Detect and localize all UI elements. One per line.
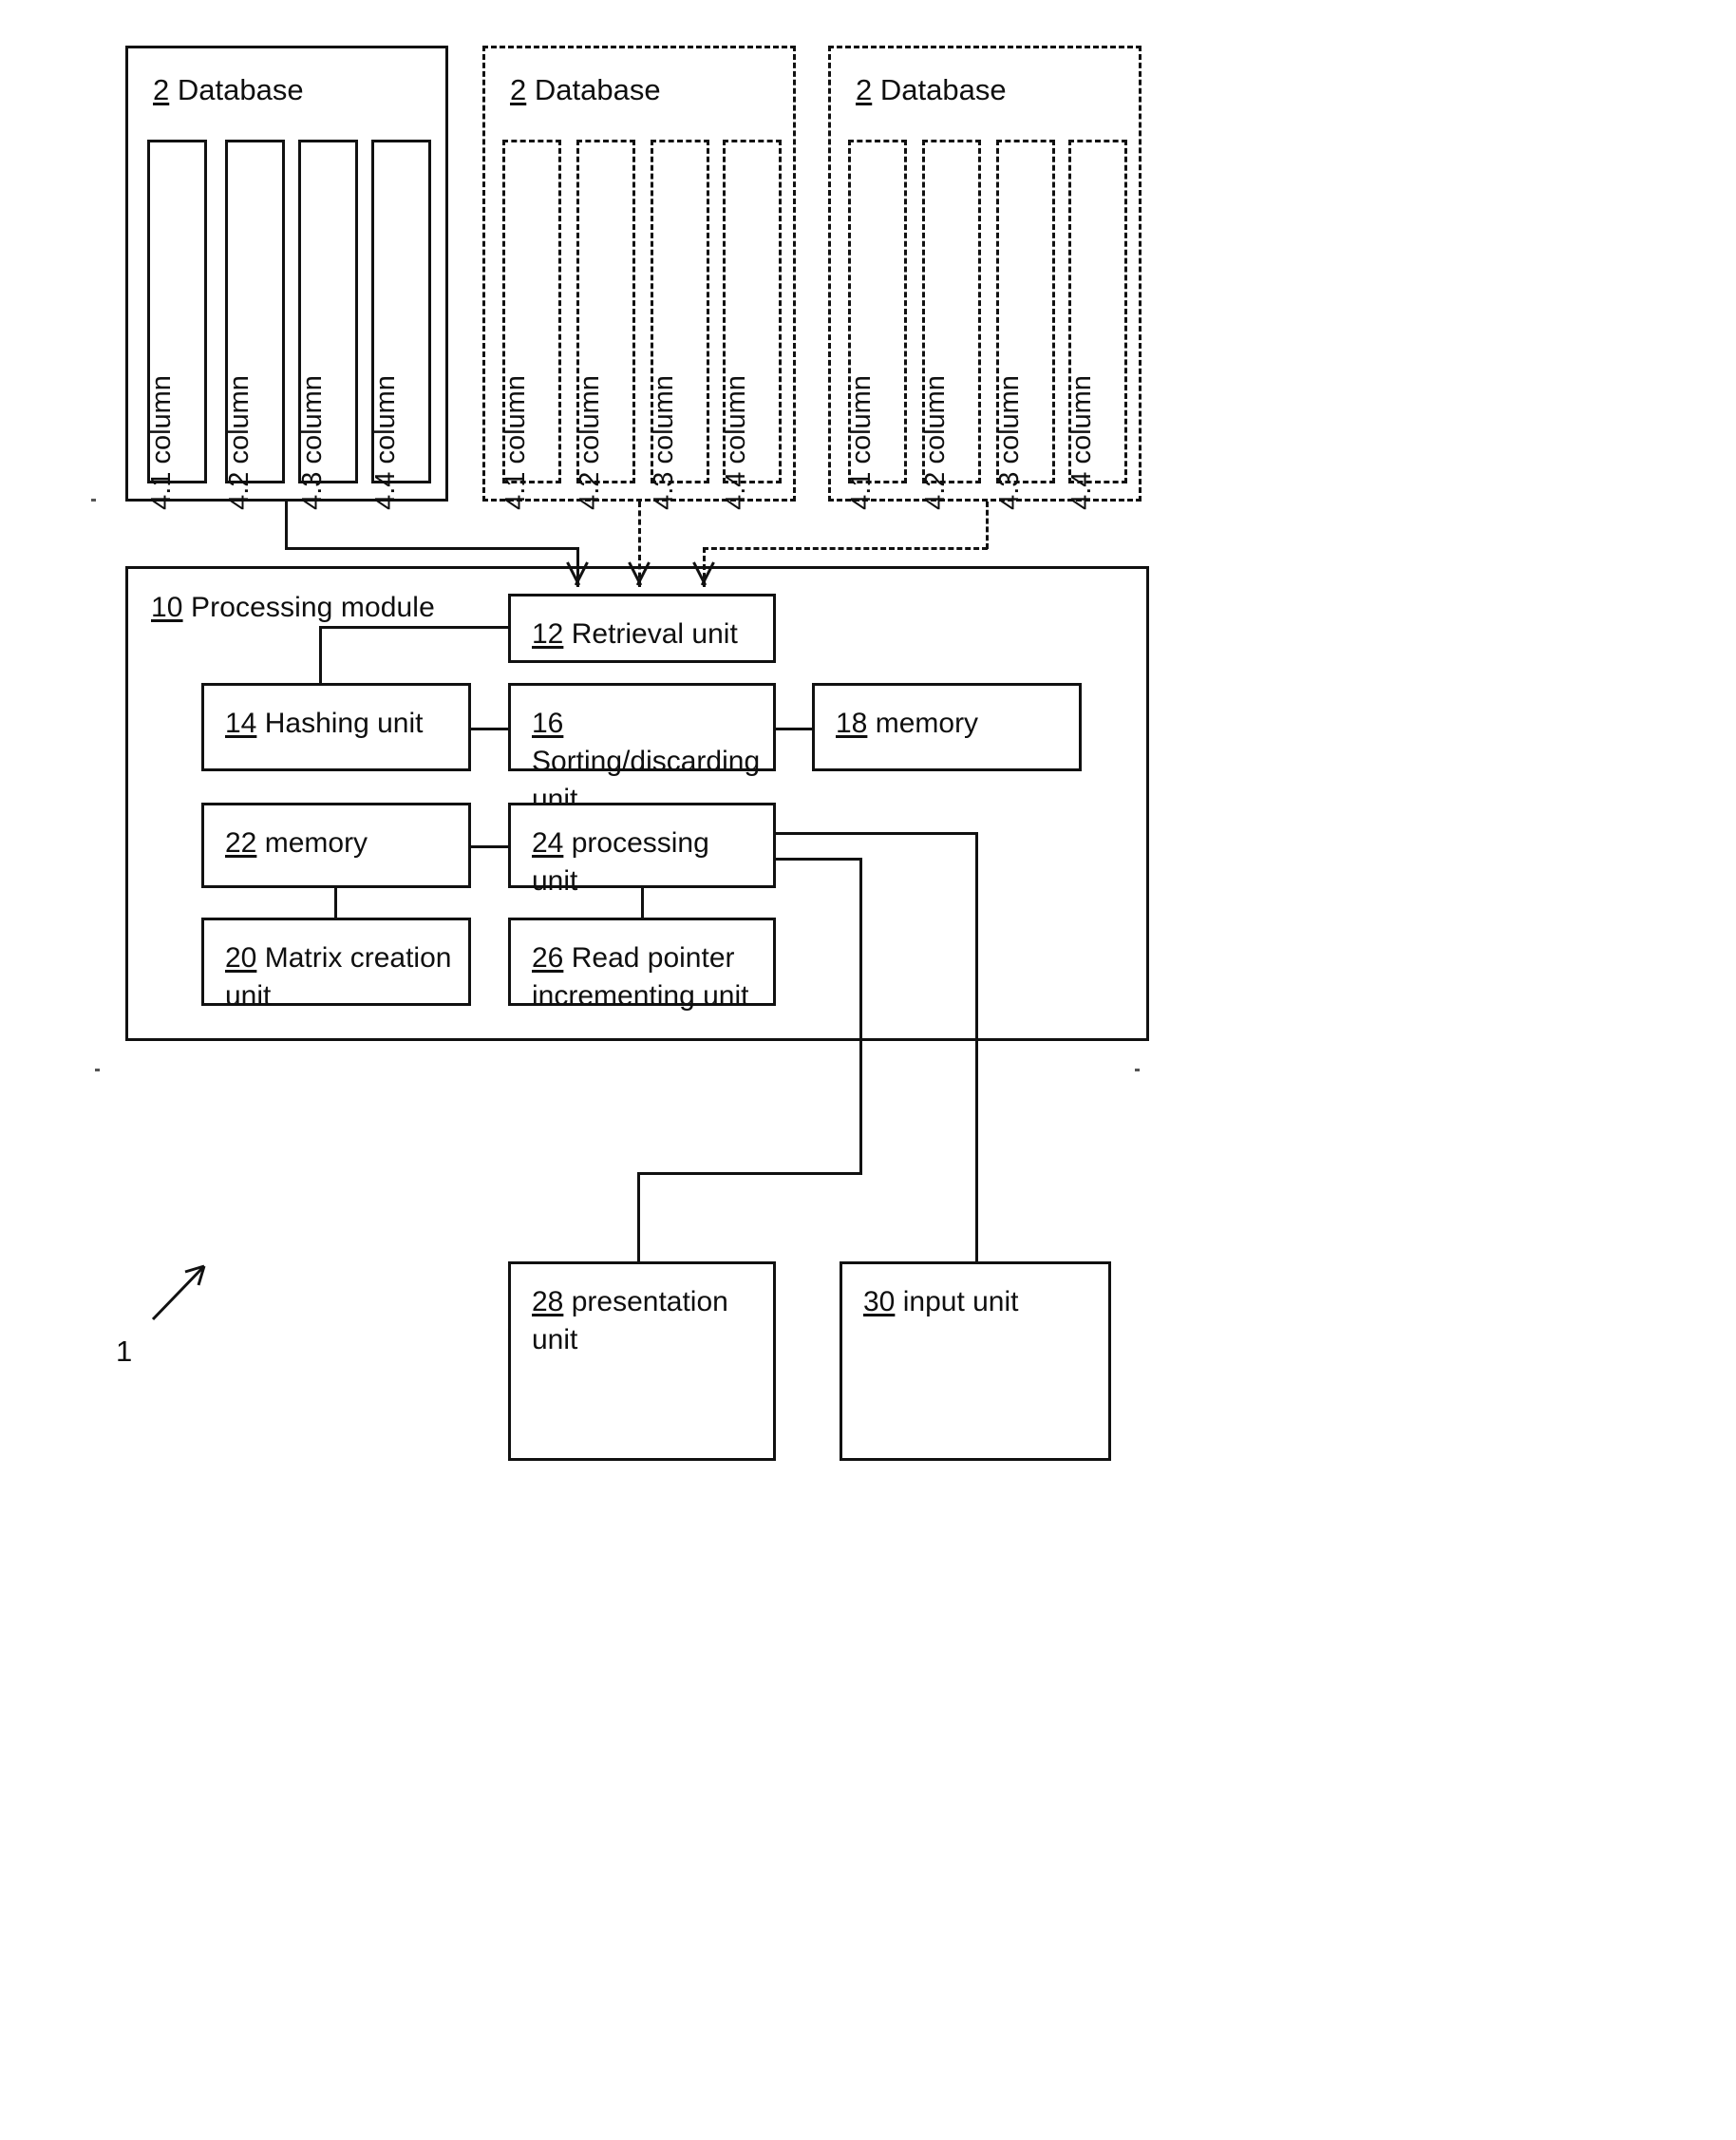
database-1-column-1-label: 4.1 column xyxy=(145,375,177,510)
connector-db1-v1 xyxy=(285,502,288,549)
unit-hashing-text: 14 Hashing unit xyxy=(225,705,455,743)
unit-presentation-ref: 28 xyxy=(532,1286,564,1317)
database-1-column-2: 4.2 column xyxy=(224,140,285,510)
figure-leader-arrow xyxy=(151,1264,206,1321)
database-1-label: Database xyxy=(177,73,304,106)
connector-22-to-24 xyxy=(469,845,510,848)
database-2-title: 2 Database xyxy=(510,73,661,107)
unit-presentation[interactable]: 28 presentation unit xyxy=(508,1261,776,1461)
unit-memory-22-label: memory xyxy=(264,827,368,859)
database-2-label: Database xyxy=(534,73,661,106)
database-2-column-3-label: 4.3 column xyxy=(649,375,679,510)
connector-12-to-14-h xyxy=(319,626,509,629)
database-3-column-2-label: 4.2 column xyxy=(920,375,951,510)
database-3-column-2: 4.2 column xyxy=(920,140,981,510)
connector-24-to-30-v1 xyxy=(975,832,978,1264)
connector-16-to-18 xyxy=(774,728,814,730)
database-1-column-4-label: 4.4 column xyxy=(369,375,401,510)
unit-input[interactable]: 30 input unit xyxy=(840,1261,1111,1461)
database-2-dashed: 2 Database 4.1 column 4.2 column 4.3 col… xyxy=(482,46,796,510)
connector-24-to-30-h1 xyxy=(774,832,978,835)
unit-memory-18[interactable]: 18 memory xyxy=(812,683,1082,771)
unit-processing-text: 24 processing unit xyxy=(532,824,760,900)
database-3-ref: 2 xyxy=(856,73,873,106)
unit-hashing[interactable]: 14 Hashing unit xyxy=(201,683,471,771)
unit-memory-22[interactable]: 22 memory xyxy=(201,803,471,888)
connector-db1-h1 xyxy=(285,547,579,550)
database-3-column-4: 4.4 column xyxy=(1066,140,1127,510)
unit-read-pointer-incrementing[interactable]: 26 Read pointer incrementing unit xyxy=(508,918,776,1012)
unit-retrieval-text: 12 Retrieval unit xyxy=(532,615,760,653)
connector-24-to-28-h1 xyxy=(774,858,862,861)
database-2-ref: 2 xyxy=(510,73,527,106)
database-3-column-4-label: 4.4 column xyxy=(1066,375,1097,510)
database-2-column-1: 4.1 column xyxy=(500,140,561,510)
unit-retrieval[interactable]: 12 Retrieval unit xyxy=(508,594,776,663)
unit-memory-18-ref: 18 xyxy=(836,708,868,739)
unit-hashing-label: Hashing unit xyxy=(264,708,424,739)
unit-read-pointer-label: Read pointer incrementing unit xyxy=(532,942,749,1012)
database-1-ref: 2 xyxy=(153,73,170,106)
unit-sorting-discarding-ref: 16 xyxy=(532,708,564,739)
unit-memory-18-text: 18 memory xyxy=(836,705,1066,743)
scan-speck xyxy=(95,1069,100,1071)
unit-retrieval-ref: 12 xyxy=(532,618,564,650)
database-2-column-4-label: 4.4 column xyxy=(721,375,751,510)
connector-db3-v1 xyxy=(986,502,989,549)
connector-24-to-26 xyxy=(641,886,644,919)
unit-hashing-ref: 14 xyxy=(225,708,257,739)
unit-matrix-creation[interactable]: 20 Matrix creation unit xyxy=(201,918,471,1012)
database-1-column-2-label: 4.2 column xyxy=(223,375,255,510)
processing-module-title: 10 Processing module xyxy=(151,590,435,626)
unit-matrix-creation-text: 20 Matrix creation unit xyxy=(225,939,455,1015)
database-1-column-3-label: 4.3 column xyxy=(296,375,328,510)
scan-speck xyxy=(91,499,96,502)
database-2-column-2-label: 4.2 column xyxy=(575,375,605,510)
processing-module-label: Processing module xyxy=(191,592,435,623)
unit-presentation-text: 28 presentation unit xyxy=(532,1283,760,1359)
connector-24-to-28-v2 xyxy=(637,1172,640,1264)
database-3-column-1: 4.1 column xyxy=(846,140,907,510)
unit-matrix-creation-ref: 20 xyxy=(225,942,257,974)
scan-speck xyxy=(1135,1069,1140,1071)
connector-14-to-16 xyxy=(469,728,510,730)
database-2-column-3: 4.3 column xyxy=(649,140,709,510)
connector-22-to-20 xyxy=(334,886,337,919)
unit-memory-22-text: 22 memory xyxy=(225,824,455,862)
connector-12-to-14-v xyxy=(319,626,322,685)
unit-read-pointer-ref: 26 xyxy=(532,942,564,974)
database-1-column-3: 4.3 column xyxy=(297,140,358,510)
database-1-title: 2 Database xyxy=(153,73,304,107)
unit-processing[interactable]: 24 processing unit xyxy=(508,803,776,897)
unit-sorting-discarding-text: 16 Sorting/discarding unit xyxy=(532,705,760,819)
unit-memory-22-ref: 22 xyxy=(225,827,257,859)
processing-module-ref: 10 xyxy=(151,592,183,623)
database-3-column-3-label: 4.3 column xyxy=(994,375,1025,510)
unit-memory-18-label: memory xyxy=(875,708,979,739)
database-3-dashed: 2 Database 4.1 column 4.2 column 4.3 col… xyxy=(828,46,1142,510)
unit-matrix-creation-label: Matrix creation unit xyxy=(225,942,452,1012)
connector-db3-h1 xyxy=(703,547,988,550)
database-2-column-2: 4.2 column xyxy=(575,140,635,510)
connector-24-to-28-v1 xyxy=(859,858,862,1174)
figure-canvas: 2 Database 4.1 column 4.2 column 4.3 col… xyxy=(0,0,1736,2140)
figure-number: 1 xyxy=(116,1335,133,1368)
database-1-solid: 2 Database 4.1 column 4.2 column 4.3 col… xyxy=(125,46,448,510)
unit-processing-ref: 24 xyxy=(532,827,564,859)
database-3-column-1-label: 4.1 column xyxy=(846,375,877,510)
database-3-label: Database xyxy=(879,73,1007,106)
database-3-column-3: 4.3 column xyxy=(994,140,1055,510)
database-2-column-1-label: 4.1 column xyxy=(500,375,531,510)
unit-input-text: 30 input unit xyxy=(863,1283,1095,1321)
database-2-column-4: 4.4 column xyxy=(721,140,782,510)
database-1-column-1: 4.1 column xyxy=(146,140,207,510)
unit-retrieval-label: Retrieval unit xyxy=(571,618,738,650)
unit-input-ref: 30 xyxy=(863,1286,896,1317)
database-1-column-4: 4.4 column xyxy=(370,140,431,510)
database-3-title: 2 Database xyxy=(856,73,1007,107)
unit-input-label: input unit xyxy=(902,1286,1019,1317)
unit-read-pointer-text: 26 Read pointer incrementing unit xyxy=(532,939,760,1015)
connector-24-to-28-h2 xyxy=(637,1172,862,1175)
unit-sorting-discarding[interactable]: 16 Sorting/discarding unit xyxy=(508,683,776,815)
